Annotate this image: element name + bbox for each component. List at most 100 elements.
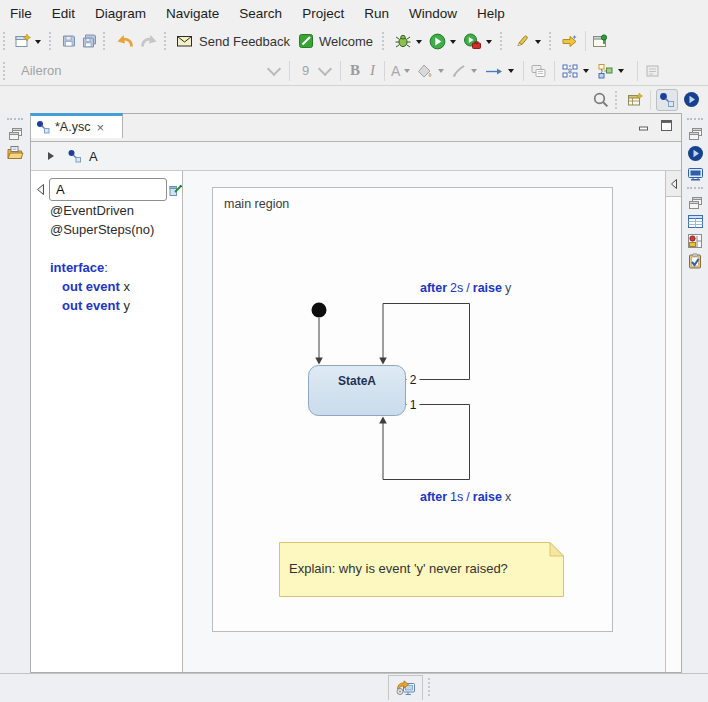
font-size-combo[interactable]: 9: [294, 63, 336, 78]
font-name-combo[interactable]: Aileron: [13, 63, 285, 78]
restore-pane-button[interactable]: [688, 196, 703, 210]
simulation-view-button[interactable]: [687, 145, 704, 162]
collapse-definition-icon[interactable]: [35, 183, 46, 196]
search-button[interactable]: [591, 90, 611, 110]
save-button[interactable]: [60, 32, 78, 50]
tab-close-icon[interactable]: ×: [96, 120, 104, 135]
select-connections-dropdown[interactable]: [583, 69, 589, 76]
font-color-dropdown[interactable]: [404, 69, 410, 76]
simulation-snapshot-button[interactable]: [687, 233, 704, 249]
font-color-button[interactable]: A: [390, 62, 414, 80]
region-label: main region: [224, 197, 289, 211]
note[interactable]: Explain: why is event 'y' never raised?: [280, 543, 564, 597]
debug-button[interactable]: [393, 32, 426, 50]
maximize-icon[interactable]: [660, 119, 673, 132]
menu-navigate[interactable]: Navigate: [156, 6, 229, 21]
menu-run[interactable]: Run: [354, 6, 399, 21]
select-connections-button[interactable]: [560, 62, 593, 80]
debug-dropdown[interactable]: [416, 40, 422, 47]
profile-icon: [463, 33, 482, 50]
redo-button[interactable]: [138, 32, 160, 50]
restore-pane-button[interactable]: [8, 127, 23, 141]
arrow-type-icon: [484, 63, 504, 79]
menu-help[interactable]: Help: [467, 6, 515, 21]
toolbar-separator: [554, 61, 555, 81]
state-a[interactable]: StateA: [309, 366, 406, 416]
zoom-button-partial[interactable]: [644, 62, 660, 80]
fill-color-icon: [417, 63, 434, 79]
diagram-canvas[interactable]: main region 2: [183, 171, 665, 672]
project-explorer-button[interactable]: [6, 145, 24, 161]
profile-button[interactable]: [462, 32, 496, 51]
statechart-name-input[interactable]: [49, 178, 167, 201]
highlighting-dropdown[interactable]: [535, 40, 541, 47]
highlighter-icon: [512, 33, 531, 49]
restore-pane-button[interactable]: [688, 127, 703, 141]
toolbar-separator: [650, 90, 651, 110]
menu-window[interactable]: Window: [399, 6, 467, 21]
highlighting-button[interactable]: [511, 32, 545, 50]
layout-button[interactable]: [595, 62, 628, 80]
layout-dropdown[interactable]: [618, 69, 624, 76]
open-perspective-button[interactable]: [626, 91, 645, 109]
pin-editor-button[interactable]: [591, 32, 610, 50]
expand-palette-button[interactable]: [666, 171, 681, 197]
edit-pin-icon[interactable]: [169, 183, 182, 197]
toolbar-separator: [384, 61, 385, 81]
expand-palette-icon: [669, 178, 679, 190]
run-button[interactable]: [428, 32, 460, 51]
editor-tab-aysc[interactable]: *A.ysc ×: [30, 113, 123, 138]
bold-button[interactable]: B: [345, 62, 365, 79]
welcome-button[interactable]: Welcome: [297, 32, 378, 50]
tasks-view-button[interactable]: [687, 253, 704, 269]
minimize-icon[interactable]: [638, 119, 651, 132]
perspective-modeling-button[interactable]: [656, 89, 678, 111]
console-view-button[interactable]: [687, 166, 704, 182]
state-a-name: StateA: [338, 374, 376, 388]
fill-color-dropdown[interactable]: [438, 69, 444, 76]
menu-edit[interactable]: Edit: [42, 6, 85, 21]
last-edit-location-button[interactable]: [560, 32, 580, 50]
arrow-type-button[interactable]: [483, 62, 518, 80]
breadcrumb-expand-icon[interactable]: [46, 151, 55, 161]
transition-2-label[interactable]: after2s/raisey: [420, 281, 512, 295]
line-color-button[interactable]: [450, 62, 481, 80]
initial-state[interactable]: [312, 303, 327, 318]
menu-file[interactable]: File: [0, 6, 42, 21]
run-dropdown[interactable]: [450, 40, 456, 47]
last-edit-location-icon: [561, 33, 579, 49]
fill-color-button[interactable]: [416, 62, 448, 80]
menu-diagram[interactable]: Diagram: [85, 6, 156, 21]
menu-search[interactable]: Search: [229, 6, 292, 21]
arrow-type-dropdown[interactable]: [508, 69, 514, 76]
progress-button[interactable]: [388, 675, 423, 700]
statechart-file-icon: [67, 149, 82, 163]
new-wizard-button[interactable]: [14, 32, 45, 50]
zoom-icon: [645, 63, 659, 79]
copy-appearance-button[interactable]: [529, 62, 549, 80]
definition-code[interactable]: @EventDriven @SuperSteps(no) interface: …: [50, 201, 154, 315]
send-feedback-button[interactable]: Send Feedback: [175, 32, 295, 50]
toolbar-grip: [615, 91, 620, 109]
editor-content: @EventDriven @SuperSteps(no) interface: …: [31, 171, 681, 672]
toolbar-grip: [500, 32, 505, 50]
statechart-perspective-icon: [659, 92, 675, 108]
toolbar-separator: [637, 61, 638, 81]
breadcrumb-item-a[interactable]: A: [89, 149, 98, 164]
format-toolbar: Aileron 9 B I A: [0, 56, 708, 86]
code-line: @SuperSteps(no): [50, 220, 154, 239]
line-color-dropdown[interactable]: [471, 69, 477, 76]
menu-project[interactable]: Project: [292, 6, 354, 21]
italic-button[interactable]: I: [365, 62, 380, 79]
tab-title: *A.ysc: [55, 120, 90, 134]
new-wizard-dropdown[interactable]: [35, 40, 41, 47]
save-icon: [61, 33, 77, 49]
transition-1-label[interactable]: after1s/raisex: [420, 490, 512, 504]
perspective-simulation-button[interactable]: [680, 88, 703, 111]
undo-button[interactable]: [114, 32, 136, 50]
select-connections-icon: [561, 63, 579, 79]
save-all-button[interactable]: [80, 32, 99, 50]
properties-view-button[interactable]: [687, 214, 704, 229]
send-feedback-label: Send Feedback: [199, 34, 290, 49]
profile-dropdown[interactable]: [486, 40, 492, 47]
